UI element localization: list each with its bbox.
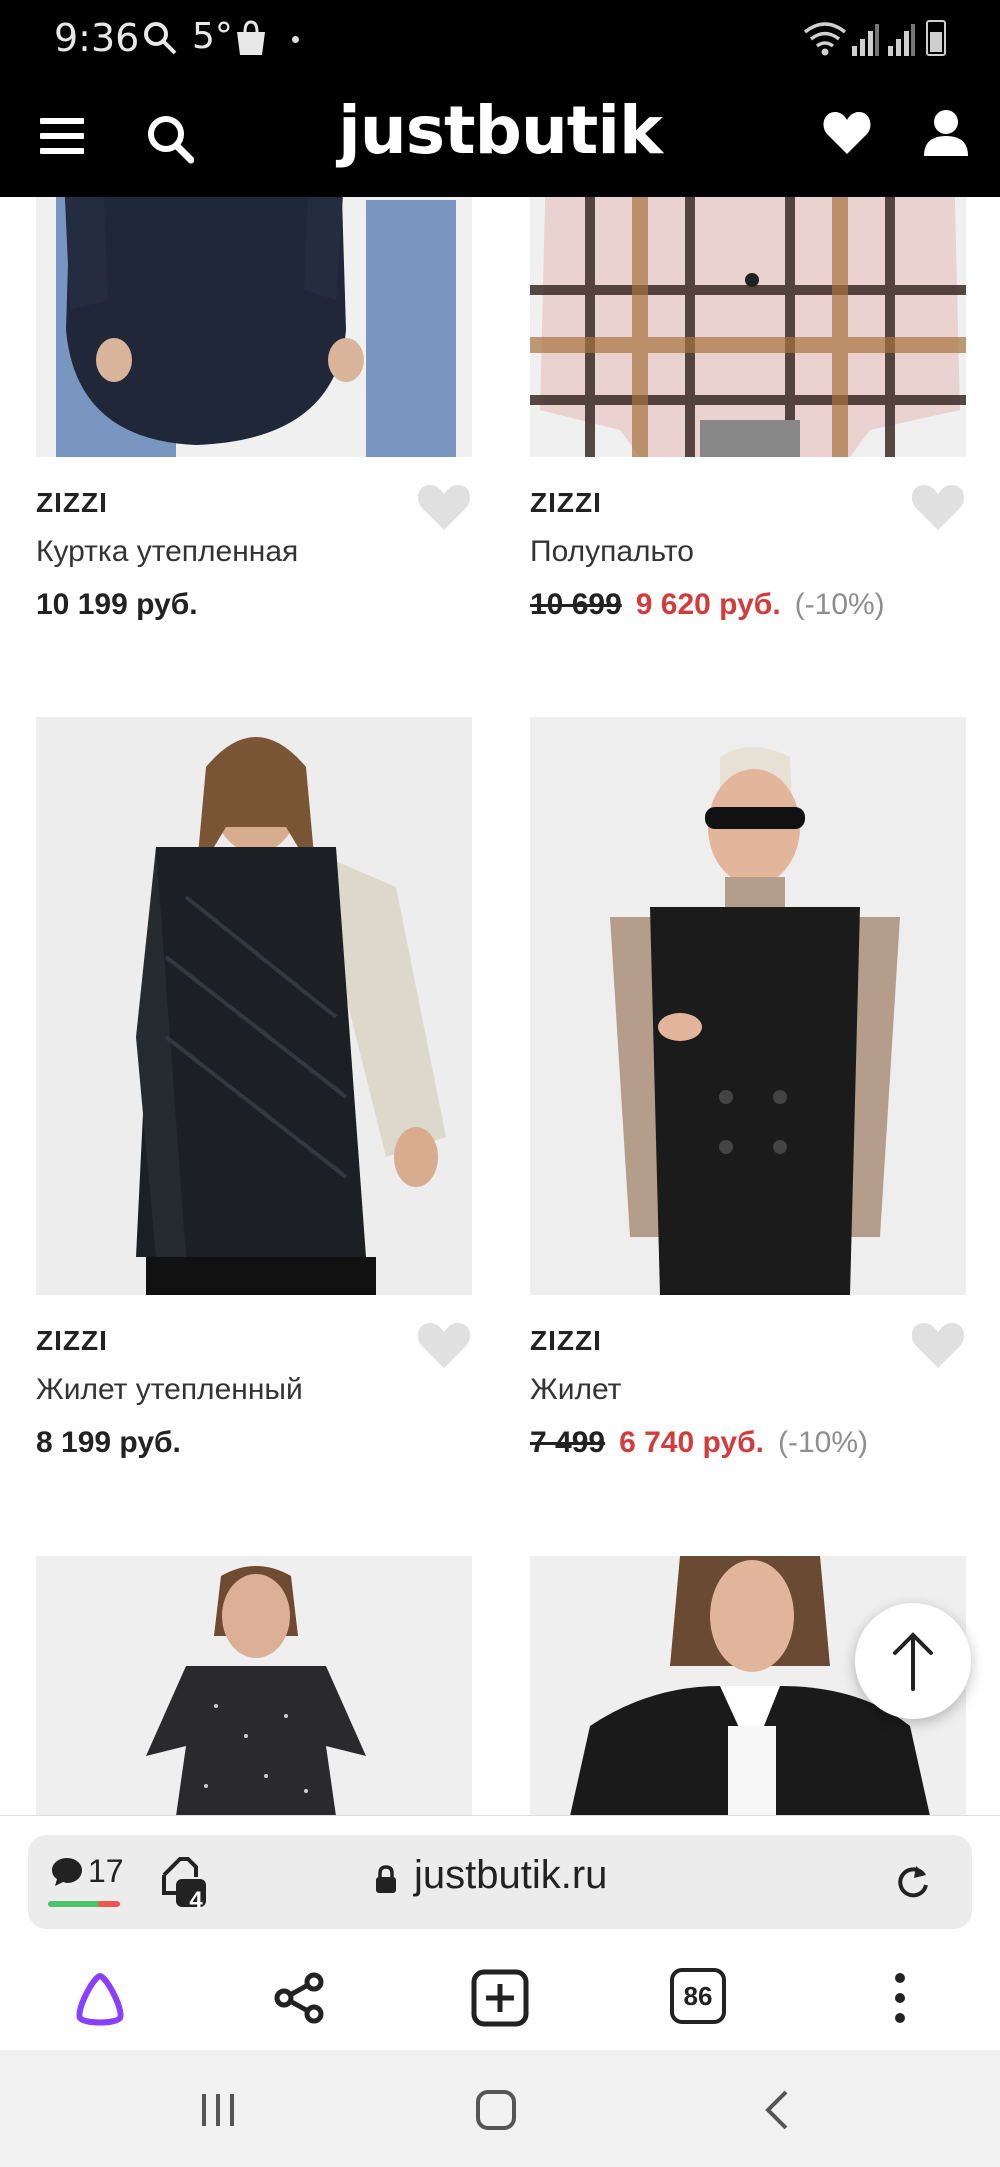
heart-icon[interactable] — [822, 110, 872, 156]
scroll-to-top-button[interactable] — [855, 1603, 971, 1719]
product-brand: ZIZZI — [530, 1325, 602, 1356]
product-card[interactable] — [36, 1556, 472, 1816]
product-price-row: 10 699 9 620 руб. (-10%) — [530, 588, 885, 622]
tabs-count: 86 — [670, 1968, 726, 2024]
battery-icon — [926, 20, 946, 56]
signal-icon — [852, 24, 879, 56]
tabs-button[interactable]: 86 — [670, 1968, 730, 2028]
lock-icon — [376, 1865, 396, 1893]
signal-icon — [888, 24, 915, 56]
product-photo-dress — [36, 1556, 472, 1816]
url-text[interactable]: justbutik.ru — [414, 1853, 607, 1898]
status-time: 9:36 — [54, 16, 140, 60]
home-icon[interactable] — [474, 2088, 518, 2132]
status-temperature: 5° — [192, 16, 233, 57]
address-bar[interactable]: 17 4 justbutik.ru — [28, 1835, 972, 1929]
product-photo-puffer-vest — [36, 717, 472, 1295]
chat-bubble-icon[interactable] — [50, 1855, 84, 1889]
user-icon[interactable] — [922, 108, 970, 158]
recent-apps-icon[interactable] — [196, 2088, 240, 2132]
discount-badge: (-10%) — [777, 1426, 868, 1459]
arrow-up-icon — [893, 1632, 933, 1691]
heart-icon[interactable] — [416, 482, 472, 532]
product-brand: ZIZZI — [36, 1325, 108, 1356]
protected-count: 4 — [189, 1887, 203, 1914]
product-name[interactable]: Жилет — [530, 1373, 621, 1407]
product-name[interactable]: Куртка утепленная — [36, 535, 298, 569]
product-brand: ZIZZI — [530, 487, 602, 518]
app-header: 9:36 5° justbutik — [0, 0, 1000, 197]
more-options-icon[interactable] — [870, 1968, 930, 2028]
sale-price: 6 740 руб. — [619, 1426, 764, 1459]
chat-count[interactable]: 17 — [88, 1853, 124, 1890]
new-tab-icon[interactable] — [470, 1968, 530, 2028]
product-photo[interactable] — [530, 717, 966, 1295]
heart-icon[interactable] — [416, 1320, 472, 1370]
browser-toolbar: 17 4 justbutik.ru 86 — [0, 1815, 1000, 2050]
product-photo-vest — [530, 717, 966, 1295]
notification-dot — [292, 36, 299, 43]
back-icon[interactable] — [756, 2088, 800, 2132]
product-name[interactable]: Жилет утепленный — [36, 1373, 303, 1407]
heart-icon[interactable] — [910, 482, 966, 532]
old-price: 10 699 — [530, 588, 622, 621]
sale-price: 9 620 руб. — [635, 588, 781, 621]
reload-icon[interactable] — [894, 1861, 932, 1901]
product-card[interactable]: ZIZZI Жилет утепленный 8 199 руб. — [36, 717, 472, 1497]
browser-nav: 86 — [0, 1946, 1000, 2046]
product-name[interactable]: Полупальто — [530, 535, 694, 569]
old-price: 7 499 — [530, 1426, 606, 1459]
product-price: 10 199 руб. — [36, 588, 198, 621]
system-nav-bar — [0, 2050, 1000, 2167]
product-photo[interactable] — [36, 717, 472, 1295]
shopping-bag-icon — [237, 20, 265, 55]
discount-badge: (-10%) — [794, 588, 885, 621]
heart-icon[interactable] — [910, 1320, 966, 1370]
status-bar: 9:36 5° — [0, 0, 1000, 80]
product-price: 8 199 руб. — [36, 1426, 181, 1459]
product-brand: ZIZZI — [36, 487, 108, 518]
rating-bar — [48, 1901, 120, 1907]
product-photo[interactable] — [36, 1556, 472, 1816]
product-card[interactable]: ZIZZI Жилет 7 499 6 740 руб. (-10%) — [530, 717, 966, 1497]
product-price-row: 7 499 6 740 руб. (-10%) — [530, 1426, 868, 1460]
search-icon — [144, 22, 177, 55]
alice-icon[interactable] — [70, 1968, 130, 2028]
wifi-icon — [803, 22, 847, 56]
share-icon[interactable] — [270, 1968, 330, 2028]
